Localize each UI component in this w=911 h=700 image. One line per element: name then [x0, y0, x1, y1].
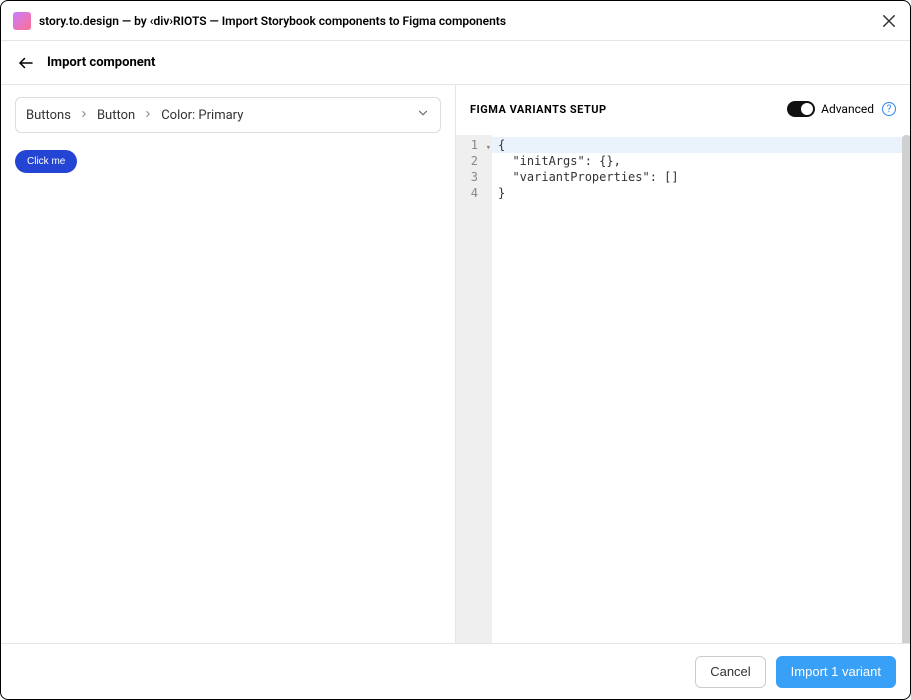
- breadcrumb-item: Color: Primary: [161, 108, 243, 123]
- footer: Cancel Import 1 variant: [1, 643, 910, 699]
- editor-content[interactable]: { "initArgs": {}, "variantProperties": […: [492, 135, 910, 643]
- app-icon: [13, 12, 31, 30]
- line-number: 3: [471, 170, 478, 184]
- right-panel: FIGMA VARIANTS SETUP Advanced ? 1▾ 2 3 4…: [456, 85, 910, 643]
- plugin-title: story.to.design — by ‹div›RIOTS — Import…: [39, 14, 880, 28]
- code-line: {: [492, 137, 910, 153]
- breadcrumb-item: Buttons: [26, 108, 71, 123]
- page-title: Import component: [47, 55, 155, 70]
- scrollbar-thumb[interactable]: [902, 135, 910, 643]
- line-number: 1: [471, 138, 478, 152]
- component-preview: Click me: [15, 149, 441, 173]
- line-number: 2: [471, 154, 478, 168]
- code-line: }: [492, 185, 910, 201]
- code-editor[interactable]: 1▾ 2 3 4 { "initArgs": {}, "variantPrope…: [456, 135, 910, 643]
- import-button[interactable]: Import 1 variant: [776, 656, 896, 688]
- page-header: Import component: [1, 41, 910, 85]
- editor-gutter: 1▾ 2 3 4: [456, 135, 492, 643]
- close-icon[interactable]: [880, 12, 898, 30]
- advanced-toggle-label: Advanced: [821, 102, 874, 116]
- code-line: "initArgs": {},: [492, 153, 910, 169]
- code-line: "variantProperties": []: [492, 169, 910, 185]
- help-icon[interactable]: ?: [882, 102, 896, 116]
- back-arrow-icon[interactable]: [17, 54, 35, 72]
- cancel-button[interactable]: Cancel: [695, 656, 765, 688]
- preview-button[interactable]: Click me: [15, 150, 77, 173]
- component-path-selector[interactable]: Buttons Button Color: Primary: [15, 97, 441, 133]
- breadcrumb-item: Button: [97, 108, 135, 123]
- chevron-right-icon: [143, 109, 153, 122]
- variants-setup-title: FIGMA VARIANTS SETUP: [470, 103, 787, 116]
- chevron-down-icon: [416, 106, 430, 124]
- chevron-right-icon: [79, 109, 89, 122]
- left-panel: Buttons Button Color: Primary Click me: [1, 85, 456, 643]
- advanced-toggle[interactable]: [787, 101, 815, 117]
- title-bar: story.to.design — by ‹div›RIOTS — Import…: [1, 1, 910, 41]
- line-number: 4: [471, 186, 478, 200]
